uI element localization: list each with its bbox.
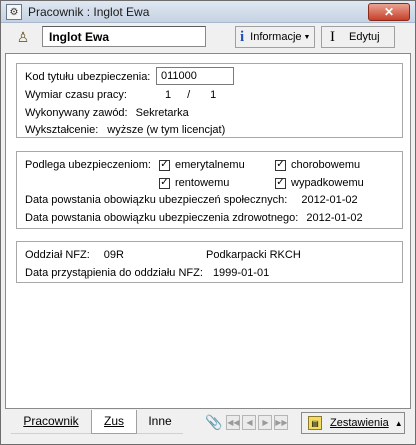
- informacje-label: Informacje: [250, 31, 302, 43]
- emerytalnemu-label: emerytalnemu: [175, 159, 245, 171]
- checkbox-check-icon: ✓: [159, 159, 170, 171]
- info-icon: i: [240, 28, 245, 45]
- oddzial-row: Oddział NFZ: 09R: [25, 247, 124, 263]
- wyksztalcenie-value: wyższe (w tym licencjat): [107, 124, 226, 136]
- podlega-row: Podlega ubezpieczeniom:: [25, 157, 151, 173]
- data-zdr-label: Data powstania obowiązku ubezpieczenia z…: [25, 212, 299, 224]
- checkbox-wypadkowemu[interactable]: ✓ wypadkowemu: [275, 175, 364, 191]
- checkbox-rentowemu[interactable]: ✓ rentowemu: [159, 175, 229, 191]
- tab-pracownik-label: Pracownik: [23, 414, 79, 428]
- informacje-button[interactable]: i Informacje ▼: [235, 26, 315, 48]
- checkbox-check-icon: ✓: [159, 177, 170, 189]
- next-record-button[interactable]: ▶: [258, 415, 273, 430]
- employee-name: Inglot Ewa: [42, 26, 206, 47]
- oddzial-name: Podkarpacki RKCH: [206, 249, 301, 261]
- wymiar-separator: /: [187, 89, 191, 101]
- paperclip-icon[interactable]: 📎: [205, 414, 222, 431]
- tab-bar: Pracownik Zus Inne 📎 ◀◀ ◀ ▶ ▶▶ ▤ Zestawi…: [5, 410, 411, 436]
- text-cursor-icon: I: [330, 28, 335, 45]
- tab-inne-label: Inne: [148, 414, 172, 428]
- oddzial-code: 09R: [103, 249, 124, 261]
- checkbox-check-icon: ✓: [275, 159, 286, 171]
- data-przyst-value: 1999-01-01: [212, 267, 270, 279]
- wymiar-label: Wymiar czasu pracy:: [25, 89, 127, 101]
- wymiar-denominator: 1: [210, 89, 217, 101]
- insurance-panel: Kod tytułu ubezpieczenia: 011000 Wymiar …: [16, 63, 403, 138]
- data-spol-label: Data powstania obowiązku ubezpieczeń spo…: [25, 194, 288, 206]
- kod-field[interactable]: 011000: [156, 67, 234, 85]
- dropdown-arrow-icon: ▲: [394, 418, 403, 428]
- podlega-label: Podlega ubezpieczeniom:: [25, 159, 151, 171]
- rentowemu-label: rentowemu: [175, 177, 230, 189]
- chorobowemu-label: chorobowemu: [291, 159, 361, 171]
- checkbox-check-icon: ✓: [275, 177, 286, 189]
- wypadkowemu-label: wypadkowemu: [291, 177, 364, 189]
- report-icon: ▤: [308, 416, 322, 430]
- title-bar[interactable]: ⚙ Pracownik : Inglot Ewa ✕: [1, 1, 415, 23]
- tab-pracownik[interactable]: Pracownik: [11, 410, 91, 434]
- data-zdr-row: Data powstania obowiązku ubezpieczenia z…: [25, 210, 363, 226]
- window: ⚙ Pracownik : Inglot Ewa ✕ ♙ Inglot Ewa …: [0, 0, 416, 445]
- data-przyst-label: Data przystąpienia do oddziału NFZ:: [25, 267, 203, 279]
- checkbox-chorobowemu[interactable]: ✓ chorobowemu: [275, 157, 360, 173]
- window-title: Pracownik : Inglot Ewa: [28, 5, 150, 19]
- wymiar-numerator: 1: [164, 89, 172, 101]
- oddzial-label: Oddział NFZ:: [25, 249, 90, 261]
- zestawienia-button[interactable]: ▤ Zestawienia ▲: [301, 412, 405, 434]
- toolbar: ♙ Inglot Ewa i Informacje ▼ I Edytuj: [5, 25, 411, 49]
- edytuj-button[interactable]: I Edytuj: [321, 26, 395, 48]
- first-record-button[interactable]: ◀◀: [226, 415, 241, 430]
- zawod-value: Sekretarka: [135, 107, 189, 119]
- zawod-row: Wykonywany zawód: Sekretarka: [25, 105, 189, 121]
- wyksztalcenie-row: Wykształcenie: wyższe (w tym licencjat): [25, 122, 225, 138]
- checkbox-emerytalnemu[interactable]: ✓ emerytalnemu: [159, 157, 245, 173]
- person-icon: ♙: [16, 28, 30, 45]
- zestawienia-label: Zestawienia: [330, 417, 389, 429]
- tab-zus[interactable]: Zus: [91, 410, 137, 434]
- record-navigator: 📎 ◀◀ ◀ ▶ ▶▶: [205, 414, 290, 431]
- dropdown-arrow-icon: ▼: [303, 33, 311, 41]
- app-icon: ⚙: [6, 4, 22, 20]
- main-content: Kod tytułu ubezpieczenia: 011000 Wymiar …: [5, 53, 411, 409]
- data-przyst-row: Data przystąpienia do oddziału NFZ: 1999…: [25, 265, 269, 281]
- kod-label: Kod tytułu ubezpieczenia:: [25, 71, 151, 83]
- ubezpieczenia-panel: Podlega ubezpieczeniom: ✓ emerytalnemu ✓…: [16, 151, 403, 229]
- tab-zus-label: Zus: [103, 414, 124, 428]
- wymiar-row: Wymiar czasu pracy: 1 / 1: [25, 87, 216, 103]
- close-button[interactable]: ✕: [368, 3, 410, 21]
- nfz-panel: Oddział NFZ: 09R Podkarpacki RKCH Data p…: [16, 241, 403, 283]
- kod-row: Kod tytułu ubezpieczenia:: [25, 69, 150, 85]
- data-spol-value: 2012-01-02: [301, 194, 358, 206]
- zawod-label: Wykonywany zawód:: [25, 107, 128, 119]
- wyksztalcenie-label: Wykształcenie:: [25, 124, 99, 136]
- last-record-button[interactable]: ▶▶: [274, 415, 289, 430]
- data-spol-row: Data powstania obowiązku ubezpieczeń spo…: [25, 192, 358, 208]
- prev-record-button[interactable]: ◀: [242, 415, 257, 430]
- edytuj-label: Edytuj: [349, 31, 380, 43]
- oddzial-name-row: Podkarpacki RKCH: [206, 247, 301, 263]
- tab-inne[interactable]: Inne: [137, 410, 183, 434]
- data-zdr-value: 2012-01-02: [306, 212, 363, 224]
